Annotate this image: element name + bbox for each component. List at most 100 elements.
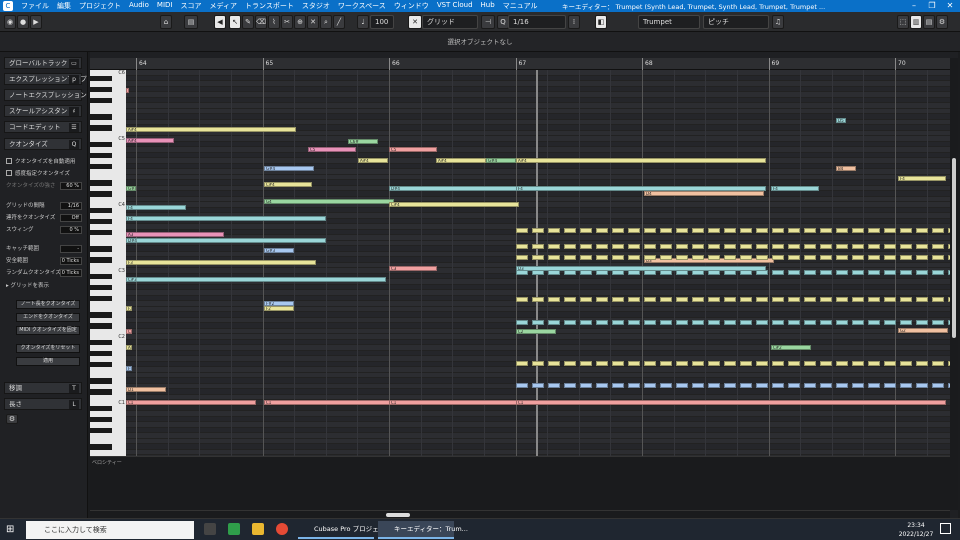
midi-note[interactable] — [740, 383, 752, 388]
taskbar-search[interactable]: ここに入力して検索 — [26, 521, 194, 539]
black-key[interactable] — [90, 246, 112, 252]
midi-note[interactable] — [660, 383, 672, 388]
midi-note[interactable]: A#1 — [126, 345, 132, 350]
midi-note[interactable] — [644, 320, 656, 325]
midi-note[interactable]: B4 — [836, 166, 856, 171]
midi-note[interactable]: G#3 — [264, 248, 294, 253]
black-key[interactable] — [90, 163, 112, 169]
midi-note[interactable]: F4 — [126, 205, 186, 210]
ruler-bar-69[interactable]: 69 — [768, 58, 779, 70]
midi-note[interactable]: C5 — [308, 147, 356, 152]
snap-icon[interactable]: ✕ — [408, 15, 422, 29]
midi-note[interactable] — [676, 297, 688, 302]
black-key[interactable] — [90, 180, 112, 186]
midi-note[interactable] — [644, 270, 656, 275]
black-key[interactable] — [90, 273, 112, 279]
midi-note[interactable] — [932, 244, 944, 249]
black-key[interactable] — [90, 378, 112, 384]
color-icon[interactable]: ◧ — [595, 15, 607, 29]
midi-note[interactable] — [916, 320, 928, 325]
midi-note[interactable] — [580, 383, 592, 388]
section-scale-assistant[interactable]: スケールアシスタント ♯ — [4, 105, 82, 117]
midi-note[interactable] — [580, 244, 592, 249]
midi-note[interactable] — [692, 255, 704, 260]
black-key[interactable] — [90, 141, 112, 147]
reset-quantize-button[interactable]: クオンタイズをリセット — [16, 344, 80, 353]
record-icon[interactable]: ● — [17, 15, 29, 29]
midi-note[interactable]: A#4 — [126, 138, 174, 143]
section-chord-edit[interactable]: コードエディット ☰ — [4, 121, 82, 133]
midi-note[interactable] — [884, 320, 896, 325]
midi-note[interactable] — [836, 383, 848, 388]
erase-tool-icon[interactable]: ⌫ — [255, 15, 267, 29]
close-icon[interactable]: ✕ — [942, 0, 958, 12]
midi-note[interactable] — [724, 383, 736, 388]
midi-note[interactable] — [932, 361, 944, 366]
midi-note[interactable] — [740, 361, 752, 366]
midi-note[interactable] — [900, 297, 912, 302]
midi-note[interactable] — [788, 270, 800, 275]
ruler-bar-70[interactable]: 70 — [895, 58, 906, 70]
midi-note[interactable] — [596, 270, 608, 275]
midi-note[interactable] — [676, 244, 688, 249]
midi-note[interactable] — [868, 270, 880, 275]
groove-row[interactable]: ▸ グリッドを表示 — [6, 282, 82, 291]
midi-note[interactable] — [756, 244, 768, 249]
midi-note[interactable] — [884, 244, 896, 249]
midi-note[interactable] — [724, 297, 736, 302]
midi-note[interactable] — [596, 255, 608, 260]
midi-note[interactable] — [756, 320, 768, 325]
midi-note[interactable] — [900, 270, 912, 275]
transport-icon[interactable]: ◉ — [4, 15, 16, 29]
midi-note[interactable] — [516, 228, 528, 233]
midi-note[interactable] — [740, 255, 752, 260]
midi-note[interactable] — [532, 228, 544, 233]
midi-note[interactable] — [548, 297, 560, 302]
midi-note[interactable] — [916, 270, 928, 275]
black-key[interactable] — [90, 97, 112, 103]
midi-note[interactable] — [804, 383, 816, 388]
auto-quantize-checkbox[interactable] — [6, 158, 12, 164]
midi-note[interactable] — [852, 361, 864, 366]
midi-note[interactable] — [836, 361, 848, 366]
draw-tool-icon[interactable]: ✎ — [242, 15, 254, 29]
midi-note[interactable] — [612, 297, 624, 302]
black-key[interactable] — [90, 191, 112, 197]
midi-note[interactable] — [628, 244, 640, 249]
midi-note[interactable] — [868, 228, 880, 233]
task-view-icon[interactable] — [204, 523, 216, 535]
horizontal-scrollbar[interactable] — [90, 510, 950, 518]
midi-note[interactable] — [916, 244, 928, 249]
midi-note[interactable]: C1 — [516, 400, 946, 405]
section-global-track[interactable]: グローバルトラック ▭ — [4, 57, 82, 69]
midi-note[interactable] — [532, 270, 544, 275]
midi-note[interactable] — [660, 297, 672, 302]
midi-note[interactable] — [612, 255, 624, 260]
black-key[interactable] — [90, 339, 112, 345]
store-icon[interactable] — [228, 523, 240, 535]
midi-note[interactable] — [724, 320, 736, 325]
zoom-tool-icon[interactable]: ⌕ — [320, 15, 332, 29]
midi-note[interactable] — [820, 270, 832, 275]
freeze-midi-quantize-button[interactable]: MIDI クオンタイズを固定 — [16, 326, 80, 335]
midi-note[interactable] — [516, 255, 528, 260]
midi-note[interactable]: F2 — [126, 306, 132, 311]
velocity-lane[interactable]: ベロシティー — [90, 456, 950, 510]
midi-note[interactable]: F2 — [264, 306, 294, 311]
maximize-icon[interactable]: ❐ — [924, 0, 940, 12]
midi-note[interactable] — [548, 361, 560, 366]
midi-note[interactable] — [612, 270, 624, 275]
midi-note[interactable]: F3 — [126, 260, 316, 265]
midi-note[interactable] — [548, 320, 560, 325]
midi-note[interactable] — [804, 320, 816, 325]
midi-note[interactable] — [724, 244, 736, 249]
midi-note[interactable] — [884, 297, 896, 302]
midi-note[interactable] — [628, 255, 640, 260]
midi-note[interactable] — [804, 244, 816, 249]
notification-icon[interactable] — [940, 523, 951, 534]
quantize-note-length-button[interactable]: ノート長をクオンタイズ — [16, 300, 80, 309]
midi-note[interactable] — [916, 228, 928, 233]
midi-note[interactable]: G#4 — [126, 186, 136, 191]
ruler-bar-66[interactable]: 66 — [389, 58, 400, 70]
midi-note[interactable] — [900, 255, 912, 260]
